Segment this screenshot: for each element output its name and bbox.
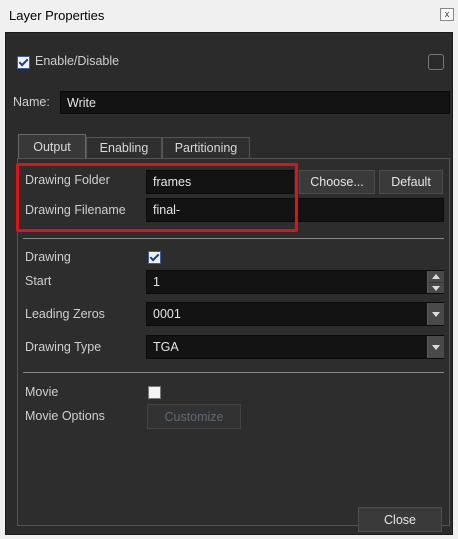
drawing-label: Drawing [25,250,71,264]
name-label: Name: [13,95,50,109]
choose-label: Choose... [310,175,364,189]
movie-checkbox[interactable] [148,386,161,399]
start-value: 1 [153,275,160,289]
highlight-box [16,163,298,232]
leading-zeros-value: 0001 [153,307,181,321]
movie-options-label: Movie Options [25,409,105,423]
separator-1 [23,238,444,239]
customize-label: Customize [164,409,224,424]
tab-enabling[interactable]: Enabling [86,137,162,158]
drawing-type-label: Drawing Type [25,340,102,354]
name-field[interactable]: Write [60,91,450,114]
movie-label: Movie [25,385,59,399]
title-bar: Layer Properties x [0,0,458,30]
default-button[interactable]: Default [379,170,443,194]
default-label: Default [391,175,431,189]
start-label: Start [25,274,52,288]
close-button-label: Close [384,512,416,527]
customize-button[interactable]: Customize [147,404,241,429]
enable-checkbox[interactable] [17,56,30,69]
choose-button[interactable]: Choose... [299,170,375,194]
window-title: Layer Properties [9,8,105,23]
leading-zeros-select[interactable]: 0001 [146,302,444,326]
arrow-up-icon [432,274,440,279]
drawing-checkbox[interactable] [148,251,161,264]
enable-label: Enable/Disable [35,54,120,68]
tab-partitioning[interactable]: Partitioning [162,137,250,158]
chevron-down-icon [432,344,440,350]
start-spin-buttons [427,271,444,293]
layer-properties-panel: Enable/Disable Name: Write Output Enabli… [5,32,453,535]
chevron-down-icon [432,311,440,317]
close-button[interactable]: Close [358,507,442,532]
tab-partitioning-label: Partitioning [174,141,238,155]
drawing-type-select[interactable]: TGA [146,335,444,359]
start-spinbox[interactable]: 1 [146,270,444,294]
color-swatch-toggle[interactable] [428,54,444,70]
leading-zeros-dropdown-button[interactable] [427,303,444,325]
name-value: Write [67,95,96,110]
arrow-down-icon [432,285,440,291]
leading-zeros-label: Leading Zeros [25,307,105,321]
drawing-type-dropdown-button[interactable] [427,336,444,358]
tab-enabling-label: Enabling [99,141,149,155]
spin-up-button[interactable] [428,271,444,283]
close-window-button[interactable]: x [440,8,454,21]
tab-output-label: Output [33,139,71,154]
separator-2 [23,372,444,373]
drawing-type-value: TGA [153,340,179,354]
tab-output[interactable]: Output [18,134,86,158]
close-icon: x [444,9,450,19]
spin-down-button[interactable] [428,283,444,293]
